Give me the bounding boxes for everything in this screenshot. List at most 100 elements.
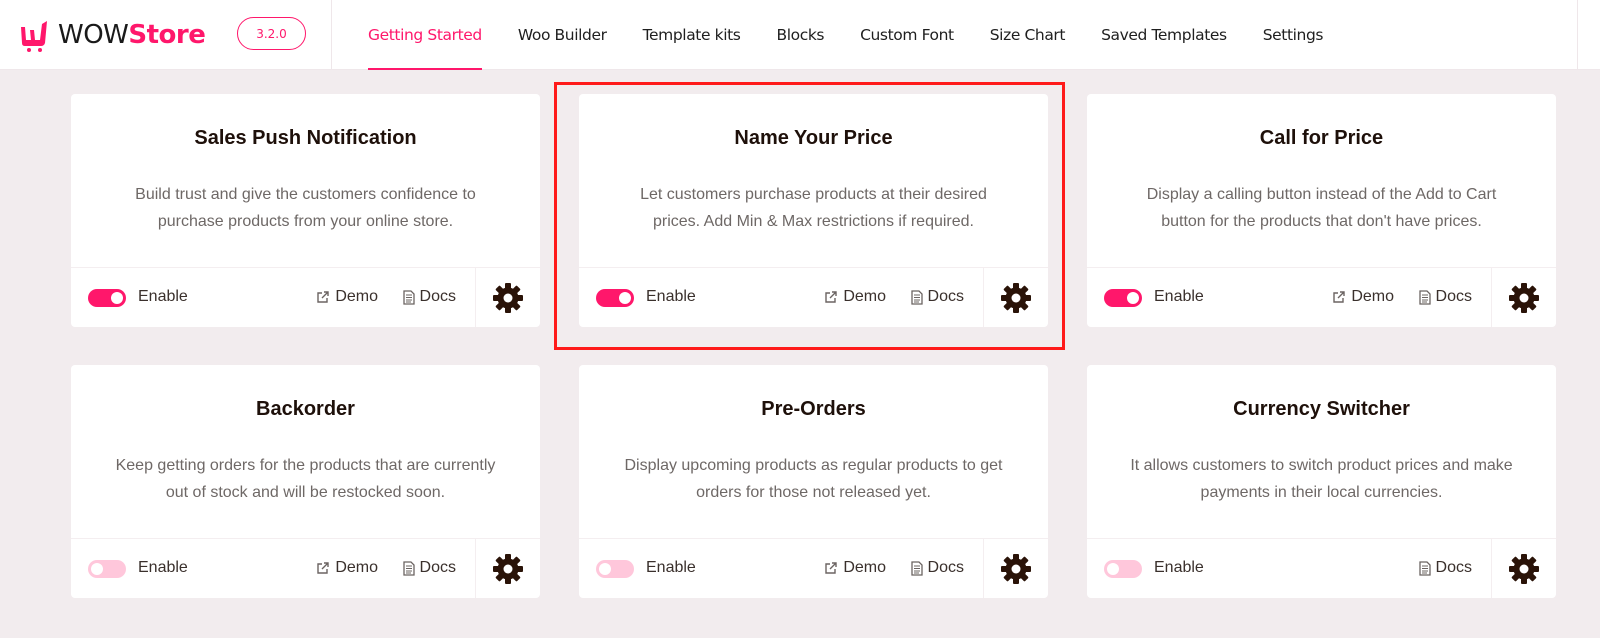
addon-description: Let customers purchase products at their… — [609, 181, 1018, 235]
nav-tab-woo-builder[interactable]: Woo Builder — [518, 0, 607, 70]
external-link-icon — [317, 562, 330, 574]
enable-toggle[interactable] — [1104, 560, 1142, 578]
addon-title: Name Your Price — [734, 127, 893, 149]
enable-toggle[interactable] — [596, 560, 634, 578]
addon-description-line: button for the products that don't have … — [1161, 213, 1482, 230]
docs-link[interactable]: Docs — [1418, 288, 1472, 306]
document-icon — [402, 289, 415, 305]
version-badge: 3.2.0 — [237, 17, 306, 50]
addon-description-line: prices. Add Min & Max restrictions if re… — [652, 213, 974, 230]
enable-label: Enable — [1154, 288, 1204, 305]
toggle-knob — [1107, 563, 1119, 575]
enable-label: Enable — [646, 559, 696, 576]
addon-description: Keep getting orders for the products tha… — [101, 452, 510, 506]
addon-card-footer: Enable Docs — [1087, 538, 1556, 598]
demo-link[interactable]: Demo — [824, 559, 886, 577]
external-link-icon — [825, 562, 838, 574]
nav-tab-size-chart[interactable]: Size Chart — [990, 0, 1066, 70]
toggle-knob — [1127, 292, 1139, 304]
nav-tab-saved-templates[interactable]: Saved Templates — [1101, 0, 1227, 70]
addon-description-line: Build trust and give the customers confi… — [135, 186, 476, 203]
enable-label: Enable — [138, 559, 188, 576]
settings-button[interactable] — [1491, 268, 1556, 327]
settings-button[interactable] — [983, 539, 1048, 598]
brand-name-accent: Store — [128, 20, 206, 50]
toggle-knob — [599, 563, 611, 575]
brand-name: WOWStore — [58, 20, 206, 50]
demo-link[interactable]: Demo — [824, 288, 886, 306]
addon-description-line: out of stock and will be restocked soon. — [165, 484, 446, 501]
nav-tab-blocks[interactable]: Blocks — [776, 0, 824, 70]
gear-icon — [493, 553, 523, 584]
header-divider — [331, 0, 332, 70]
docs-label: Docs — [1435, 559, 1472, 576]
addon-card-backorder: Backorder Keep getting orders for the pr… — [71, 365, 540, 598]
settings-button[interactable] — [1491, 539, 1556, 598]
demo-link[interactable]: Demo — [316, 559, 378, 577]
demo-label: Demo — [1351, 288, 1394, 305]
demo-label: Demo — [335, 288, 378, 305]
docs-label: Docs — [419, 559, 456, 576]
docs-label: Docs — [927, 288, 964, 305]
document-icon — [402, 560, 415, 576]
demo-label: Demo — [843, 559, 886, 576]
addon-title: Pre-Orders — [761, 398, 866, 420]
addon-description-line: orders for those not released yet. — [696, 484, 931, 501]
settings-button[interactable] — [475, 539, 540, 598]
addon-description-line: Display a calling button instead of the … — [1146, 186, 1497, 203]
demo-link[interactable]: Demo — [1332, 288, 1394, 306]
enable-toggle[interactable] — [88, 289, 126, 307]
addon-description-line: payments in their local currencies. — [1200, 484, 1443, 501]
docs-label: Docs — [1435, 288, 1472, 305]
external-link-icon — [1333, 291, 1346, 303]
demo-link[interactable]: Demo — [316, 288, 378, 306]
addon-title: Currency Switcher — [1233, 398, 1410, 420]
brand[interactable]: WOWStore — [18, 15, 206, 55]
gear-icon — [1001, 282, 1031, 313]
addon-title: Sales Push Notification — [194, 127, 417, 149]
external-link-icon — [317, 291, 330, 303]
nav-tab-template-kits[interactable]: Template kits — [643, 0, 741, 70]
gear-icon — [1509, 553, 1539, 584]
addon-description: Display a calling button instead of the … — [1117, 181, 1526, 235]
document-icon — [1418, 560, 1431, 576]
document-icon — [1418, 289, 1431, 305]
addon-card-footer: Enable Demo Docs — [1087, 267, 1556, 327]
enable-label: Enable — [138, 288, 188, 305]
addon-description: Build trust and give the customers confi… — [101, 181, 510, 235]
settings-button[interactable] — [983, 268, 1048, 327]
addon-card-call-for-price: Call for Price Display a calling button … — [1087, 94, 1556, 327]
demo-label: Demo — [335, 559, 378, 576]
docs-link[interactable]: Docs — [1418, 559, 1472, 577]
addon-card-currency-switcher: Currency Switcher It allows customers to… — [1087, 365, 1556, 598]
enable-toggle[interactable] — [1104, 289, 1142, 307]
addon-description-line: purchase products from your online store… — [157, 213, 454, 230]
docs-link[interactable]: Docs — [402, 559, 456, 577]
gear-icon — [1001, 553, 1031, 584]
cart-logo-icon — [21, 21, 47, 52]
toggle-knob — [619, 292, 631, 304]
nav-tab-getting-started[interactable]: Getting Started — [368, 0, 482, 70]
addon-description: It allows customers to switch product pr… — [1117, 452, 1526, 506]
docs-label: Docs — [927, 559, 964, 576]
brand-name-primary: WOW — [58, 20, 129, 50]
enable-toggle[interactable] — [88, 560, 126, 578]
enable-toggle[interactable] — [596, 289, 634, 307]
docs-link[interactable]: Docs — [910, 288, 964, 306]
gear-icon — [493, 282, 523, 313]
document-icon — [910, 289, 923, 305]
gear-icon — [1509, 282, 1539, 313]
docs-link[interactable]: Docs — [402, 288, 456, 306]
top-header: WOWStore 3.2.0 Getting Started Woo Build… — [0, 0, 1600, 70]
nav-tab-custom-font[interactable]: Custom Font — [860, 0, 954, 70]
addon-card-sales-push-notification: Sales Push Notification Build trust and … — [71, 94, 540, 327]
nav-tab-settings[interactable]: Settings — [1263, 0, 1324, 70]
addon-card-footer: Enable Demo Docs — [71, 267, 540, 327]
addon-card-footer: Enable Demo Docs — [579, 538, 1048, 598]
addon-description-line: Display upcoming products as regular pro… — [624, 457, 1003, 474]
docs-link[interactable]: Docs — [910, 559, 964, 577]
addon-description-line: Keep getting orders for the products tha… — [115, 457, 496, 474]
addon-card-pre-orders: Pre-Orders Display upcoming products as … — [579, 365, 1048, 598]
demo-label: Demo — [843, 288, 886, 305]
settings-button[interactable] — [475, 268, 540, 327]
